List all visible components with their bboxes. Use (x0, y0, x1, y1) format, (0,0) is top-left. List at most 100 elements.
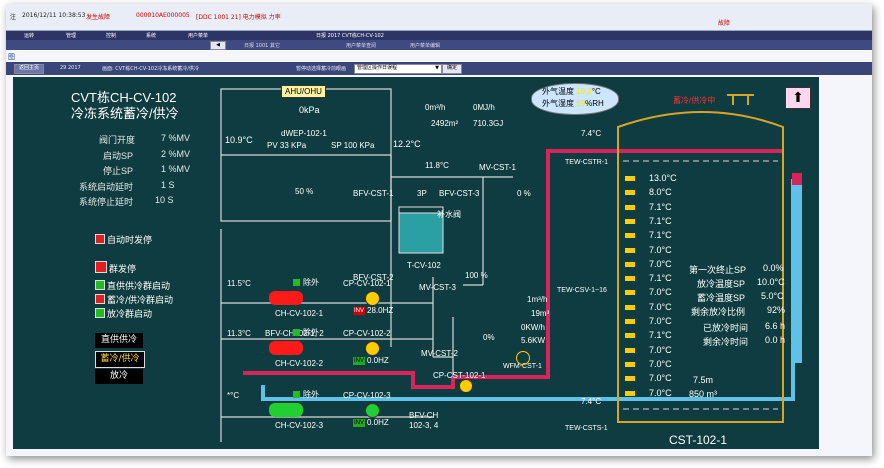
up-arrow-icon[interactable]: ⬆ (785, 87, 811, 109)
pv-value: PV 33 KPa (267, 141, 307, 150)
nav-manage[interactable]: 管理 (66, 32, 76, 39)
param-value[interactable]: 7 %MV (161, 133, 190, 143)
bfv-cst-3-tag[interactable]: BFV-CST-3 (439, 189, 479, 198)
chiller-except-dot (293, 279, 300, 286)
screen-title: 画面: CVT栋CH-CV-102冷冻系统蓄冷/供冷 (102, 66, 199, 72)
param-value[interactable]: 2 %MV (161, 149, 190, 159)
inv-frequency: 0.0HZ (367, 356, 389, 365)
alarm-text[interactable]: 发生故障 (86, 12, 110, 21)
mode-store-button[interactable]: 蓄冷/供冷 (95, 351, 145, 368)
mode-release-button[interactable]: 放冷 (95, 369, 143, 384)
param-value[interactable]: 10 S (155, 195, 174, 205)
home-button[interactable]: 返回主页 (14, 64, 44, 74)
nav-system[interactable]: 系统 (146, 32, 156, 39)
chiller-temp: *°C (227, 391, 240, 400)
mode-direct-button[interactable]: 直供供冷 (95, 333, 143, 348)
tank-mid-tag: TEW-CSV-1~16 (557, 287, 607, 294)
bfv-ch-tag[interactable]: BFV-CH (409, 411, 438, 420)
back-arrow-button[interactable]: ◀ (210, 41, 226, 50)
supply-temp: 10.9°C (225, 135, 253, 145)
sp-value[interactable]: SP 100 KPa (331, 141, 374, 150)
ahu-label[interactable]: AHU/OHU (281, 85, 326, 98)
param-label: 停止SP (103, 166, 134, 176)
tank-stat-value[interactable]: 5.0°C (761, 291, 784, 301)
direct-start-toggle[interactable]: 直供供冷群启动 (95, 279, 170, 292)
pump-icon[interactable] (365, 403, 380, 418)
toolbar: 返回主页 29 2017 画面: CVT栋CH-CV-102冷冻系统蓄冷/供冷 … (6, 62, 872, 75)
nav-user-menu-edit[interactable]: 用户菜单编辑 (410, 42, 440, 49)
chiller-temp: 11.3°C (227, 329, 251, 338)
group-start-label: 群发停 (109, 265, 137, 275)
temp-118: 11.8°C (425, 161, 449, 170)
tank-bottom-tag: TEW-CSTS-1 (565, 425, 608, 432)
pump-icon[interactable] (365, 341, 380, 356)
nav-user-menu-view[interactable]: 用户菜单查阅 (346, 42, 376, 49)
status-dot-icon (95, 261, 107, 273)
cp-cst-tag[interactable]: CP-CST-102-1 (433, 371, 485, 380)
mv-cst-3-tag[interactable]: MV-CST-3 (419, 283, 456, 292)
chiller-unit[interactable] (269, 291, 303, 305)
tank-temp-value: 7.0°C (649, 316, 672, 326)
param-value[interactable]: 1 S (161, 180, 175, 190)
flowmeter-icon[interactable] (516, 351, 530, 365)
inv-frequency: 28.0HZ (367, 306, 394, 315)
tank-stat-value[interactable]: 0.0% (763, 263, 784, 273)
param-label: 系统停止延时 (79, 197, 134, 207)
tank-stat-value: 0.0 h (765, 335, 786, 345)
mv-cst-1-tag[interactable]: MV-CST-1 (479, 163, 516, 172)
tcv-tag[interactable]: T-CV-102 (407, 261, 441, 270)
sensor-icon (625, 333, 635, 339)
mode-select[interactable]: 管理区操作日误程 ▼ (354, 64, 442, 74)
nav-run[interactable]: 运转 (24, 32, 34, 39)
tank-bottom-temp: 7.4°C (581, 397, 602, 406)
param-value[interactable]: 1 %MV (161, 164, 190, 174)
release-start-label: 放冷群启动 (107, 310, 153, 320)
sensor-icon (625, 361, 635, 367)
nav-user-menu[interactable]: 用户菜单 (188, 32, 208, 39)
outdoor-hum-unit: %RH (585, 99, 604, 108)
release-start-toggle[interactable]: 放冷群启动 (95, 307, 152, 320)
mv-cst-2-tag[interactable]: MV-CST-2 (421, 349, 458, 358)
nav-control[interactable]: 控制 (106, 32, 116, 39)
tank-temp-value: 7.1°C (649, 330, 672, 341)
sensor-icon (625, 233, 635, 239)
tank-temp-value: 7.0°C (649, 373, 672, 384)
power-2: 5.6KW (521, 336, 546, 345)
tank-stat-value[interactable]: 10.0°C (757, 277, 785, 287)
chiller-unit[interactable] (269, 403, 303, 417)
total-energy: 710.3GJ (473, 119, 504, 128)
pump-name[interactable]: CP-CV-102-2 (343, 329, 391, 338)
mv-cst-3-pct: 100 % (465, 271, 488, 280)
confirm-button[interactable]: 确定 (442, 64, 462, 74)
pump-icon[interactable] (365, 291, 380, 306)
group-start-toggle[interactable]: 群发停 (95, 261, 136, 275)
pump-name[interactable]: CP-CV-102-1 (343, 279, 391, 288)
nav-daily-other[interactable]: 日报 1001 其它 (244, 42, 280, 49)
status-badge: 蓄冷/供冷中 (673, 96, 716, 105)
store-start-toggle[interactable]: 蓄冷/供冷群启动 (95, 293, 173, 306)
chiller-name: CH-CV-102-3 (275, 421, 324, 430)
auto-start-toggle[interactable]: 自动时发停 (95, 233, 152, 246)
sensor-icon (625, 261, 635, 267)
sensor-icon (625, 290, 635, 296)
chiller-unit[interactable] (269, 341, 303, 355)
alarm-message[interactable]: [DDC 1001 21] 电力模拟 力率 (196, 12, 281, 21)
pump-name[interactable]: CP-CV-102-3 (343, 391, 391, 400)
sub-nav: ◀ 日报 1001 其它 用户菜单查阅 用户菜单编辑 (6, 40, 872, 50)
refill-valve-tag[interactable]: 补水阀 (437, 209, 461, 220)
nav-daily-report[interactable]: 日报 2017 CVT栋CH-CV-102 (316, 32, 384, 39)
sensor-icon (625, 176, 635, 181)
alarm-code: 000010AE000005 (136, 12, 190, 19)
pump-icon[interactable] (459, 379, 473, 393)
sensor-icon (625, 304, 635, 310)
chiller-except-label: 除外 (303, 328, 319, 337)
tank-top-temp: 7.4°C (581, 129, 602, 138)
tank-top-tag: TEW-CSTR-1 (565, 159, 609, 166)
chiller-name: CH-CV-102-1 (275, 309, 324, 318)
fault-indicator[interactable]: 故障 (718, 18, 730, 27)
mode-select-value: 管理区操作日误程 (357, 65, 398, 71)
bfv-cst-1-tag[interactable]: BFV-CST-1 (353, 189, 393, 198)
flow-rate-2: 19m³ (531, 309, 550, 318)
return-temp: 12.2°C (393, 139, 421, 149)
status-dot-icon (95, 294, 105, 304)
